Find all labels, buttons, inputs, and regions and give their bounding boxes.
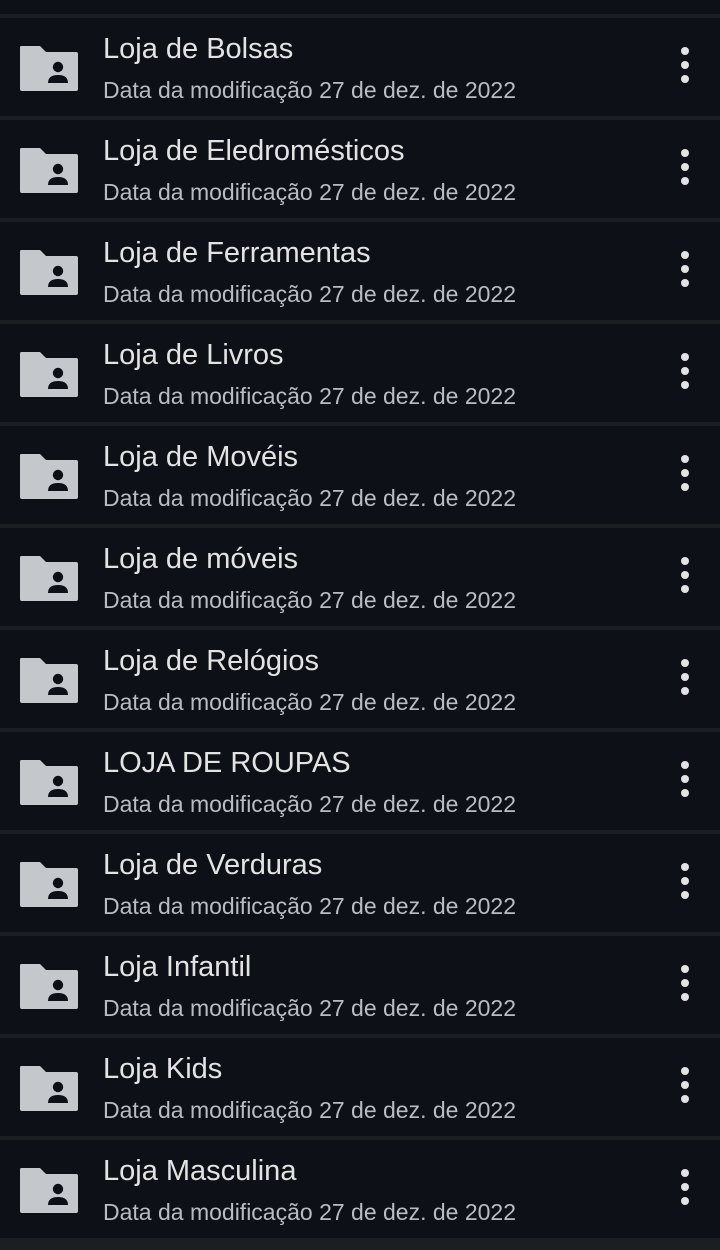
more-vert-icon (681, 353, 689, 361)
item-subtitle: Data da modificação 27 de dez. de 2022 (103, 689, 517, 715)
list-item[interactable]: Loja de Relógios Data da modificação 27 … (0, 630, 720, 728)
shared-folder-icon (18, 758, 80, 806)
list-item[interactable]: Loja Infantil Data da modificação 27 de … (0, 936, 720, 1034)
item-title: Loja de Ferramentas (103, 237, 371, 269)
list-item[interactable]: Loja de Ferramentas Data da modificação … (0, 222, 720, 320)
shared-folder-icon (18, 1166, 80, 1214)
more-vert-icon (681, 761, 689, 769)
more-vert-icon (681, 47, 689, 55)
more-vert-icon (681, 557, 689, 565)
item-title: Loja de Relógios (103, 645, 320, 677)
more-options-button[interactable] (664, 42, 706, 88)
item-title: Loja de móveis (103, 543, 299, 575)
file-list: Loja de Bolsas Data da modificação 27 de… (0, 0, 720, 1250)
item-title: Loja de Livros (103, 339, 284, 371)
shared-folder-icon (18, 860, 80, 908)
list-item[interactable]: Loja de móveis Data da modificação 27 de… (0, 528, 720, 626)
more-vert-icon (681, 455, 689, 463)
item-title: Loja Masculina (103, 1155, 297, 1187)
more-vert-icon (681, 251, 689, 259)
item-subtitle: Data da modificação 27 de dez. de 2022 (103, 1199, 517, 1225)
item-title: Loja Infantil (103, 951, 252, 983)
list-item[interactable]: LOJA DE ROUPAS Data da modificação 27 de… (0, 732, 720, 830)
list-item[interactable]: Loja de Livros Data da modificação 27 de… (0, 324, 720, 422)
shared-folder-icon (18, 452, 80, 500)
item-subtitle: Data da modificação 27 de dez. de 2022 (103, 77, 517, 103)
more-options-button[interactable] (664, 1062, 706, 1108)
more-options-button[interactable] (664, 1164, 706, 1210)
item-subtitle: Data da modificação 27 de dez. de 2022 (103, 791, 517, 817)
list-item[interactable]: Loja de Bolsas Data da modificação 27 de… (0, 18, 720, 116)
shared-folder-icon (18, 146, 80, 194)
more-vert-icon (681, 149, 689, 157)
more-vert-icon (681, 1169, 689, 1177)
item-title: Loja Kids (103, 1053, 223, 1085)
shared-folder-icon (18, 1064, 80, 1112)
more-options-button[interactable] (664, 756, 706, 802)
item-subtitle: Data da modificação 27 de dez. de 2022 (103, 1097, 517, 1123)
item-subtitle: Data da modificação 27 de dez. de 2022 (103, 995, 517, 1021)
item-title: Loja de Movéis (103, 441, 299, 473)
shared-folder-icon (18, 350, 80, 398)
shared-folder-icon (18, 656, 80, 704)
more-options-button[interactable] (664, 246, 706, 292)
item-title: LOJA DE ROUPAS (103, 747, 351, 779)
more-options-button[interactable] (664, 450, 706, 496)
item-subtitle: Data da modificação 27 de dez. de 2022 (103, 485, 517, 511)
item-subtitle: Data da modificação 27 de dez. de 2022 (103, 587, 517, 613)
previous-list-item-partial (0, 0, 720, 14)
more-options-button[interactable] (664, 960, 706, 1006)
shared-folder-icon (18, 962, 80, 1010)
more-options-button[interactable] (664, 654, 706, 700)
more-vert-icon (681, 1067, 689, 1075)
list-item[interactable]: Loja de Eledromésticos Data da modificaç… (0, 120, 720, 218)
list-item[interactable]: Loja de Movéis Data da modificação 27 de… (0, 426, 720, 524)
item-subtitle: Data da modificação 27 de dez. de 2022 (103, 179, 517, 205)
list-item[interactable]: Loja de Verduras Data da modificação 27 … (0, 834, 720, 932)
more-options-button[interactable] (664, 858, 706, 904)
more-options-button[interactable] (664, 144, 706, 190)
item-title: Loja de Verduras (103, 849, 323, 881)
shared-folder-icon (18, 44, 80, 92)
more-vert-icon (681, 863, 689, 871)
list-item[interactable]: Loja Masculina Data da modificação 27 de… (0, 1140, 720, 1238)
more-options-button[interactable] (664, 348, 706, 394)
shared-folder-icon (18, 248, 80, 296)
item-title: Loja de Eledromésticos (103, 135, 405, 167)
more-options-button[interactable] (664, 552, 706, 598)
item-title: Loja de Bolsas (103, 33, 294, 65)
item-subtitle: Data da modificação 27 de dez. de 2022 (103, 281, 517, 307)
item-subtitle: Data da modificação 27 de dez. de 2022 (103, 383, 517, 409)
more-vert-icon (681, 965, 689, 973)
list-item[interactable]: Loja Kids Data da modificação 27 de dez.… (0, 1038, 720, 1136)
more-vert-icon (681, 659, 689, 667)
item-subtitle: Data da modificação 27 de dez. de 2022 (103, 893, 517, 919)
shared-folder-icon (18, 554, 80, 602)
